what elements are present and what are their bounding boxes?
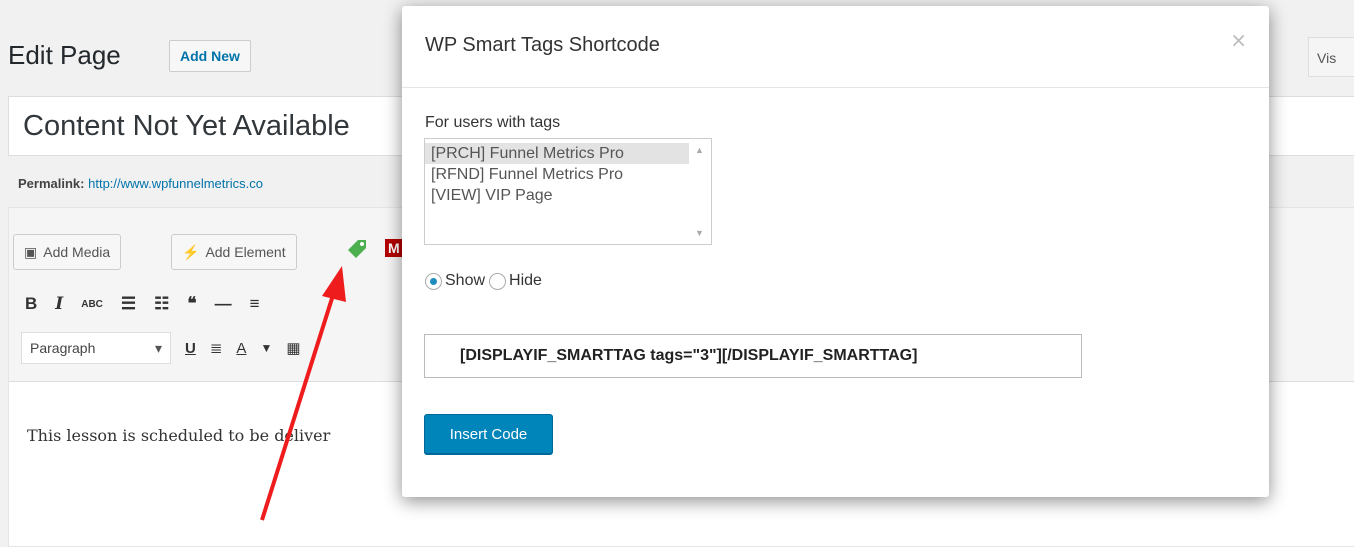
format-toolbar-row-2: Paragraph U ≣ A ▼ ▦ (21, 332, 301, 364)
visibility-radio-group: Show Hide (425, 272, 542, 290)
list-item[interactable]: [PRCH] Funnel Metrics Pro (425, 143, 689, 164)
permalink-label: Permalink: (18, 176, 85, 191)
bold-icon[interactable]: B (25, 294, 37, 316)
italic-icon[interactable]: I (55, 294, 63, 316)
tab-visual[interactable]: Vis (1308, 37, 1354, 77)
media-icon: ▣ (24, 244, 38, 260)
add-media-button[interactable]: ▣ Add Media (13, 234, 122, 270)
horizontal-rule-icon[interactable]: — (215, 294, 232, 316)
underline-icon[interactable]: U (185, 340, 196, 357)
hide-radio[interactable] (489, 272, 507, 290)
add-new-button[interactable]: Add New (169, 40, 251, 72)
scroll-up-icon[interactable]: ▲ (695, 145, 704, 155)
shortcode-field[interactable]: [DISPLAYIF_SMARTTAG tags="3"][/DISPLAYIF… (424, 334, 1082, 378)
paragraph-format-select[interactable]: Paragraph (21, 332, 171, 364)
smart-tags-modal: WP Smart Tags Shortcode × For users with… (402, 6, 1269, 497)
permalink-url[interactable]: http://www.wpfunnelmetrics.co (88, 176, 263, 191)
show-radio[interactable] (425, 272, 442, 290)
numbered-list-icon[interactable]: ☷ (154, 294, 169, 316)
justify-icon[interactable]: ≣ (210, 339, 223, 357)
add-media-label: Add Media (43, 244, 111, 260)
listbox-scrollbar[interactable]: ▲ ▼ (689, 139, 711, 244)
add-element-button[interactable]: ⚡ Add Element (171, 234, 297, 270)
smart-tag-icon[interactable] (345, 237, 369, 261)
users-tags-label: For users with tags (425, 114, 561, 131)
align-left-icon[interactable]: ≡ (250, 294, 260, 316)
scroll-down-icon[interactable]: ▼ (695, 228, 704, 238)
add-element-label: Add Element (205, 244, 286, 260)
modal-header: WP Smart Tags Shortcode × (402, 6, 1269, 88)
hide-label: Hide (509, 272, 542, 289)
lightning-icon: ⚡ (182, 244, 200, 260)
insert-code-button[interactable]: Insert Code (424, 414, 553, 454)
list-item[interactable]: [RFND] Funnel Metrics Pro (425, 164, 711, 185)
close-icon[interactable]: × (1230, 28, 1247, 52)
page-title: Edit Page (8, 40, 121, 70)
bullet-list-icon[interactable]: ☰ (121, 294, 136, 316)
chevron-down-icon[interactable]: ▼ (260, 341, 272, 355)
editor-content[interactable]: This lesson is scheduled to be deliver (27, 426, 330, 445)
tags-listbox[interactable]: [PRCH] Funnel Metrics Pro [RFND] Funnel … (424, 138, 712, 245)
paste-text-icon[interactable]: ▦ (286, 339, 300, 357)
blockquote-icon[interactable]: ❝ (187, 294, 196, 316)
format-toolbar-row-1: B I ABC ☰ ☷ ❝ — ≡ (25, 294, 259, 316)
list-item[interactable]: [VIEW] VIP Page (425, 185, 711, 206)
permalink: Permalink: http://www.wpfunnelmetrics.co (18, 176, 263, 191)
show-label: Show (445, 272, 486, 289)
strikethrough-icon[interactable]: ABC (81, 294, 103, 316)
modal-title: WP Smart Tags Shortcode (425, 34, 660, 56)
text-color-icon[interactable]: A (236, 340, 246, 357)
